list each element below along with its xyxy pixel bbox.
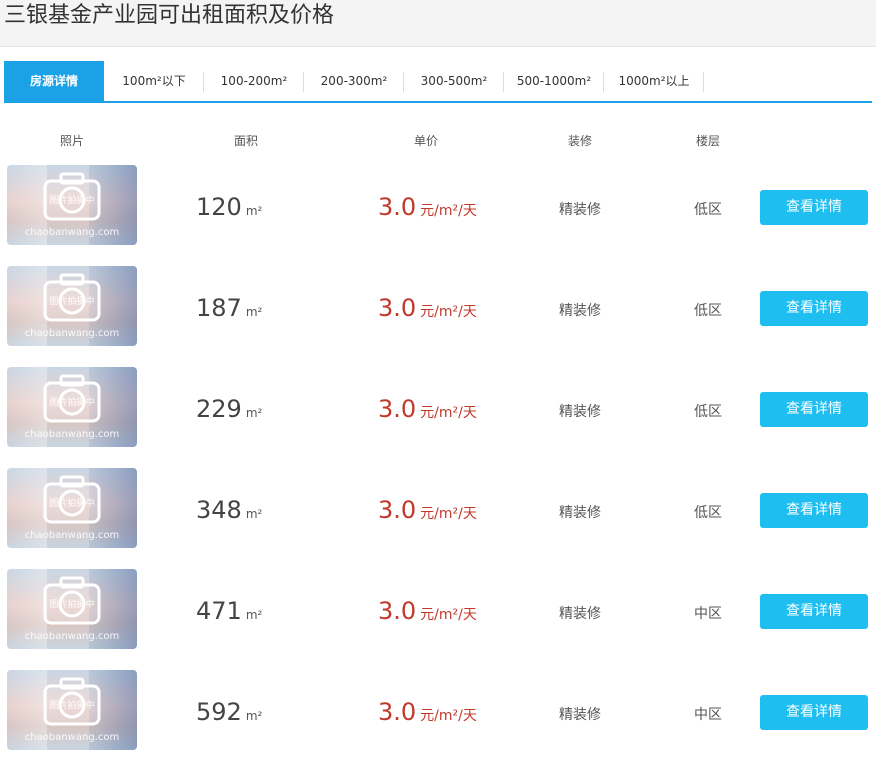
floor-value: 中区: [694, 606, 722, 622]
view-details-button[interactable]: 查看详情: [760, 190, 868, 225]
area-unit: m²: [245, 608, 263, 622]
floor-value: 低区: [694, 202, 722, 218]
view-details-button[interactable]: 查看详情: [760, 594, 868, 629]
photo-watermark: chaobanwang.com: [24, 732, 120, 743]
photo-placeholder-label: 图片拍摄中: [49, 196, 95, 206]
table-row: 图片拍摄中 chaobanwang.com 348 m² 3.0 元/m²/天 精装修 低区 查…: [0, 468, 876, 569]
floor-value: 中区: [694, 707, 722, 723]
title-bar: 三银基金产业园可出租面积及价格: [0, 0, 876, 47]
tab-divider: [703, 72, 704, 92]
price-cell: 3.0 元/m²/天: [378, 597, 528, 625]
photo-watermark: chaobanwang.com: [24, 429, 120, 440]
photo-placeholder-label: 图片拍摄中: [49, 701, 95, 711]
floor-value: 低区: [694, 303, 722, 319]
table-row: 图片拍摄中 chaobanwang.com 471 m² 3.0 元/m²/天 精装修 中区 查…: [0, 569, 876, 670]
area-unit: m²: [245, 406, 263, 420]
photo-watermark: chaobanwang.com: [24, 631, 120, 642]
price-value: 3.0: [378, 395, 417, 423]
price-value: 3.0: [378, 496, 417, 524]
price-value: 3.0: [378, 597, 417, 625]
area-unit: m²: [245, 204, 263, 218]
table-row: 图片拍摄中 chaobanwang.com 229 m² 3.0 元/m²/天 精装修 低区 查…: [0, 367, 876, 468]
area-cell: 348 m²: [196, 496, 316, 524]
view-details-button[interactable]: 查看详情: [760, 291, 868, 326]
area-unit: m²: [245, 709, 263, 723]
listing-photo[interactable]: 图片拍摄中 chaobanwang.com: [7, 266, 137, 346]
header-floor: 楼层: [695, 134, 720, 148]
header-price: 单价: [413, 134, 438, 148]
decoration-value: 精装修: [559, 303, 601, 319]
view-details-button[interactable]: 查看详情: [760, 392, 868, 427]
table-row: 图片拍摄中 chaobanwang.com 592 m² 3.0 元/m²/天 精装修 中区 查…: [0, 670, 876, 771]
table-row: 图片拍摄中 chaobanwang.com 120 m² 3.0 元/m²/天 精装修 低区 查…: [0, 165, 876, 266]
photo-placeholder-label: 图片拍摄中: [49, 499, 95, 509]
tab-100-200[interactable]: 100-200m²: [204, 61, 304, 101]
area-value: 348: [196, 496, 242, 524]
area-value: 229: [196, 395, 242, 423]
decoration-value: 精装修: [559, 202, 601, 218]
photo-placeholder-label: 图片拍摄中: [49, 398, 95, 408]
header-decoration: 装修: [567, 134, 592, 148]
price-unit: 元/m²/天: [420, 708, 477, 724]
price-value: 3.0: [378, 193, 417, 221]
filter-tabs: 房源详情 100m²以下 100-200m² 200-300m² 300-500…: [4, 61, 872, 103]
area-cell: 229 m²: [196, 395, 316, 423]
decoration-value: 精装修: [559, 505, 601, 521]
area-cell: 187 m²: [196, 294, 316, 322]
price-unit: 元/m²/天: [420, 405, 477, 421]
photo-watermark: chaobanwang.com: [24, 328, 120, 339]
page-title: 三银基金产业园可出租面积及价格: [4, 3, 335, 28]
price-cell: 3.0 元/m²/天: [378, 698, 528, 726]
photo-placeholder-label: 图片拍摄中: [49, 600, 95, 610]
area-cell: 592 m²: [196, 698, 316, 726]
tab-under-100[interactable]: 100m²以下: [104, 61, 204, 101]
price-value: 3.0: [378, 294, 417, 322]
listing-photo[interactable]: 图片拍摄中 chaobanwang.com: [7, 165, 137, 245]
price-value: 3.0: [378, 698, 417, 726]
photo-placeholder-label: 图片拍摄中: [49, 297, 95, 307]
price-unit: 元/m²/天: [420, 506, 477, 522]
price-cell: 3.0 元/m²/天: [378, 193, 528, 221]
decoration-value: 精装修: [559, 404, 601, 420]
view-details-button[interactable]: 查看详情: [760, 493, 868, 528]
price-cell: 3.0 元/m²/天: [378, 395, 528, 423]
listing-photo[interactable]: 图片拍摄中 chaobanwang.com: [7, 670, 137, 750]
area-cell: 120 m²: [196, 193, 316, 221]
area-value: 187: [196, 294, 242, 322]
tab-listing-details[interactable]: 房源详情: [4, 61, 104, 101]
floor-value: 低区: [694, 505, 722, 521]
area-unit: m²: [245, 507, 263, 521]
photo-watermark: chaobanwang.com: [24, 530, 120, 541]
area-value: 592: [196, 698, 242, 726]
price-unit: 元/m²/天: [420, 203, 477, 219]
area-value: 120: [196, 193, 242, 221]
area-unit: m²: [245, 305, 263, 319]
tab-500-1000[interactable]: 500-1000m²: [504, 61, 604, 101]
price-unit: 元/m²/天: [420, 304, 477, 320]
tab-300-500[interactable]: 300-500m²: [404, 61, 504, 101]
listing-photo[interactable]: 图片拍摄中 chaobanwang.com: [7, 569, 137, 649]
price-unit: 元/m²/天: [420, 607, 477, 623]
photo-watermark: chaobanwang.com: [24, 227, 120, 238]
view-details-button[interactable]: 查看详情: [760, 695, 868, 730]
area-value: 471: [196, 597, 242, 625]
price-cell: 3.0 元/m²/天: [378, 294, 528, 322]
tab-200-300[interactable]: 200-300m²: [304, 61, 404, 101]
header-area: 面积: [233, 134, 258, 148]
table-row: 图片拍摄中 chaobanwang.com 187 m² 3.0 元/m²/天 精装修 低区 查…: [0, 266, 876, 367]
listing-photo[interactable]: 图片拍摄中 chaobanwang.com: [7, 468, 137, 548]
decoration-value: 精装修: [559, 606, 601, 622]
price-cell: 3.0 元/m²/天: [378, 496, 528, 524]
listing-photo[interactable]: 图片拍摄中 chaobanwang.com: [7, 367, 137, 447]
tab-over-1000[interactable]: 1000m²以上: [604, 61, 704, 101]
area-cell: 471 m²: [196, 597, 316, 625]
header-photo: 照片: [59, 134, 84, 148]
floor-value: 低区: [694, 404, 722, 420]
decoration-value: 精装修: [559, 707, 601, 723]
